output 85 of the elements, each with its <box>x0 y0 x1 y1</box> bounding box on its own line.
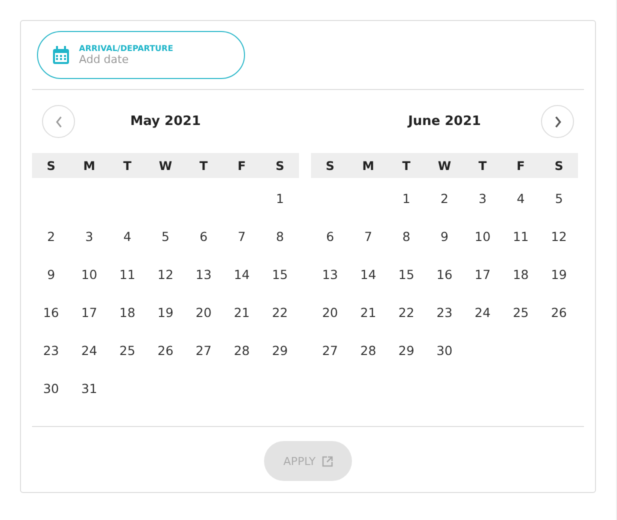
day-number[interactable]: 19 <box>158 304 174 320</box>
weekday-label: S <box>274 158 286 172</box>
day-number[interactable]: 24 <box>474 304 491 320</box>
previous-month-button[interactable] <box>42 105 75 138</box>
day-number[interactable]: 30 <box>436 342 452 358</box>
day-number[interactable]: 8 <box>402 228 410 244</box>
day-number[interactable]: 5 <box>162 228 170 244</box>
day-number[interactable]: 13 <box>322 266 338 282</box>
weekday-label: S <box>324 158 336 172</box>
day-number[interactable]: 4 <box>516 190 525 206</box>
day-number[interactable]: 1 <box>276 190 284 206</box>
month-title: May 2021 <box>130 114 201 129</box>
day-number[interactable]: 28 <box>360 342 376 358</box>
weekday-label: T <box>401 158 412 172</box>
day-number[interactable]: 31 <box>81 380 98 396</box>
day-number[interactable]: 20 <box>322 304 338 320</box>
day-number[interactable]: 26 <box>158 342 174 358</box>
day-number[interactable]: 18 <box>119 304 136 320</box>
day-number[interactable]: 24 <box>81 342 98 358</box>
day-number[interactable]: 26 <box>550 304 567 320</box>
day-number[interactable]: 9 <box>47 266 56 282</box>
next-month-button[interactable] <box>541 105 574 138</box>
day-number[interactable]: 19 <box>550 266 567 282</box>
day-number[interactable]: 4 <box>123 228 132 244</box>
day-number[interactable]: 27 <box>322 342 338 358</box>
day-number[interactable]: 18 <box>512 266 529 282</box>
weekday-label: S <box>554 158 564 172</box>
day-number[interactable]: 12 <box>550 228 567 244</box>
day-number[interactable]: 11 <box>512 228 529 244</box>
weekday-label: W <box>436 158 452 172</box>
day-number[interactable]: 3 <box>478 190 487 206</box>
day-number[interactable]: 23 <box>436 304 452 320</box>
day-number[interactable]: 20 <box>196 304 212 320</box>
day-number[interactable]: 9 <box>440 228 448 244</box>
day-number[interactable]: 10 <box>81 266 98 282</box>
day-number[interactable]: 6 <box>200 228 208 244</box>
day-number[interactable]: 3 <box>85 228 94 244</box>
chevron-right-icon <box>554 116 562 128</box>
calendar-icon <box>53 46 69 64</box>
date-input[interactable]: Add date <box>79 53 199 66</box>
day-number[interactable]: 5 <box>554 190 563 206</box>
day-number[interactable]: 23 <box>43 342 60 358</box>
day-number[interactable]: 15 <box>398 266 414 282</box>
day-number[interactable]: 21 <box>234 304 250 320</box>
month-title: June 2021 <box>408 114 481 129</box>
weekday-label: M <box>82 158 96 172</box>
day-number[interactable]: 1 <box>402 190 410 206</box>
day-number[interactable]: 12 <box>158 266 174 282</box>
day-number[interactable]: 17 <box>81 304 98 320</box>
chevron-left-icon <box>54 116 62 128</box>
weekday-label: F <box>236 158 247 172</box>
day-number[interactable]: 29 <box>272 342 288 358</box>
day-number[interactable]: 7 <box>238 228 246 244</box>
day-number[interactable]: 25 <box>512 304 529 320</box>
day-number[interactable]: 27 <box>196 342 212 358</box>
day-number[interactable]: 29 <box>398 342 414 358</box>
weekday-label: T <box>198 158 209 172</box>
day-number[interactable]: 30 <box>43 380 60 396</box>
day-number[interactable]: 7 <box>364 228 372 244</box>
day-number[interactable]: 16 <box>436 266 452 282</box>
day-number[interactable]: 6 <box>326 228 334 244</box>
day-number[interactable]: 16 <box>43 304 60 320</box>
day-number[interactable]: 13 <box>196 266 212 282</box>
day-number[interactable]: 14 <box>360 266 376 282</box>
day-number[interactable]: 28 <box>234 342 250 358</box>
weekday-label: S <box>46 158 56 172</box>
day-number[interactable]: 21 <box>360 304 376 320</box>
external-link-icon <box>322 456 333 466</box>
day-number[interactable]: 10 <box>474 228 491 244</box>
day-number[interactable]: 14 <box>234 266 250 282</box>
day-number[interactable]: 22 <box>398 304 414 320</box>
weekday-label: M <box>361 158 376 172</box>
field-label: ARRIVAL/DEPARTURE <box>79 44 174 53</box>
day-number[interactable]: 25 <box>119 342 136 358</box>
day-number[interactable]: 22 <box>272 304 288 320</box>
day-number[interactable]: 2 <box>47 228 56 244</box>
weekday-label: T <box>122 158 132 172</box>
day-number[interactable]: 8 <box>276 228 284 244</box>
day-number[interactable]: 17 <box>474 266 491 282</box>
day-number[interactable]: 15 <box>272 266 288 282</box>
weekday-label: T <box>478 158 488 172</box>
weekday-label: F <box>516 158 526 172</box>
day-number[interactable]: 11 <box>119 266 136 282</box>
weekday-label: W <box>158 158 174 172</box>
day-number[interactable]: 2 <box>440 190 448 206</box>
